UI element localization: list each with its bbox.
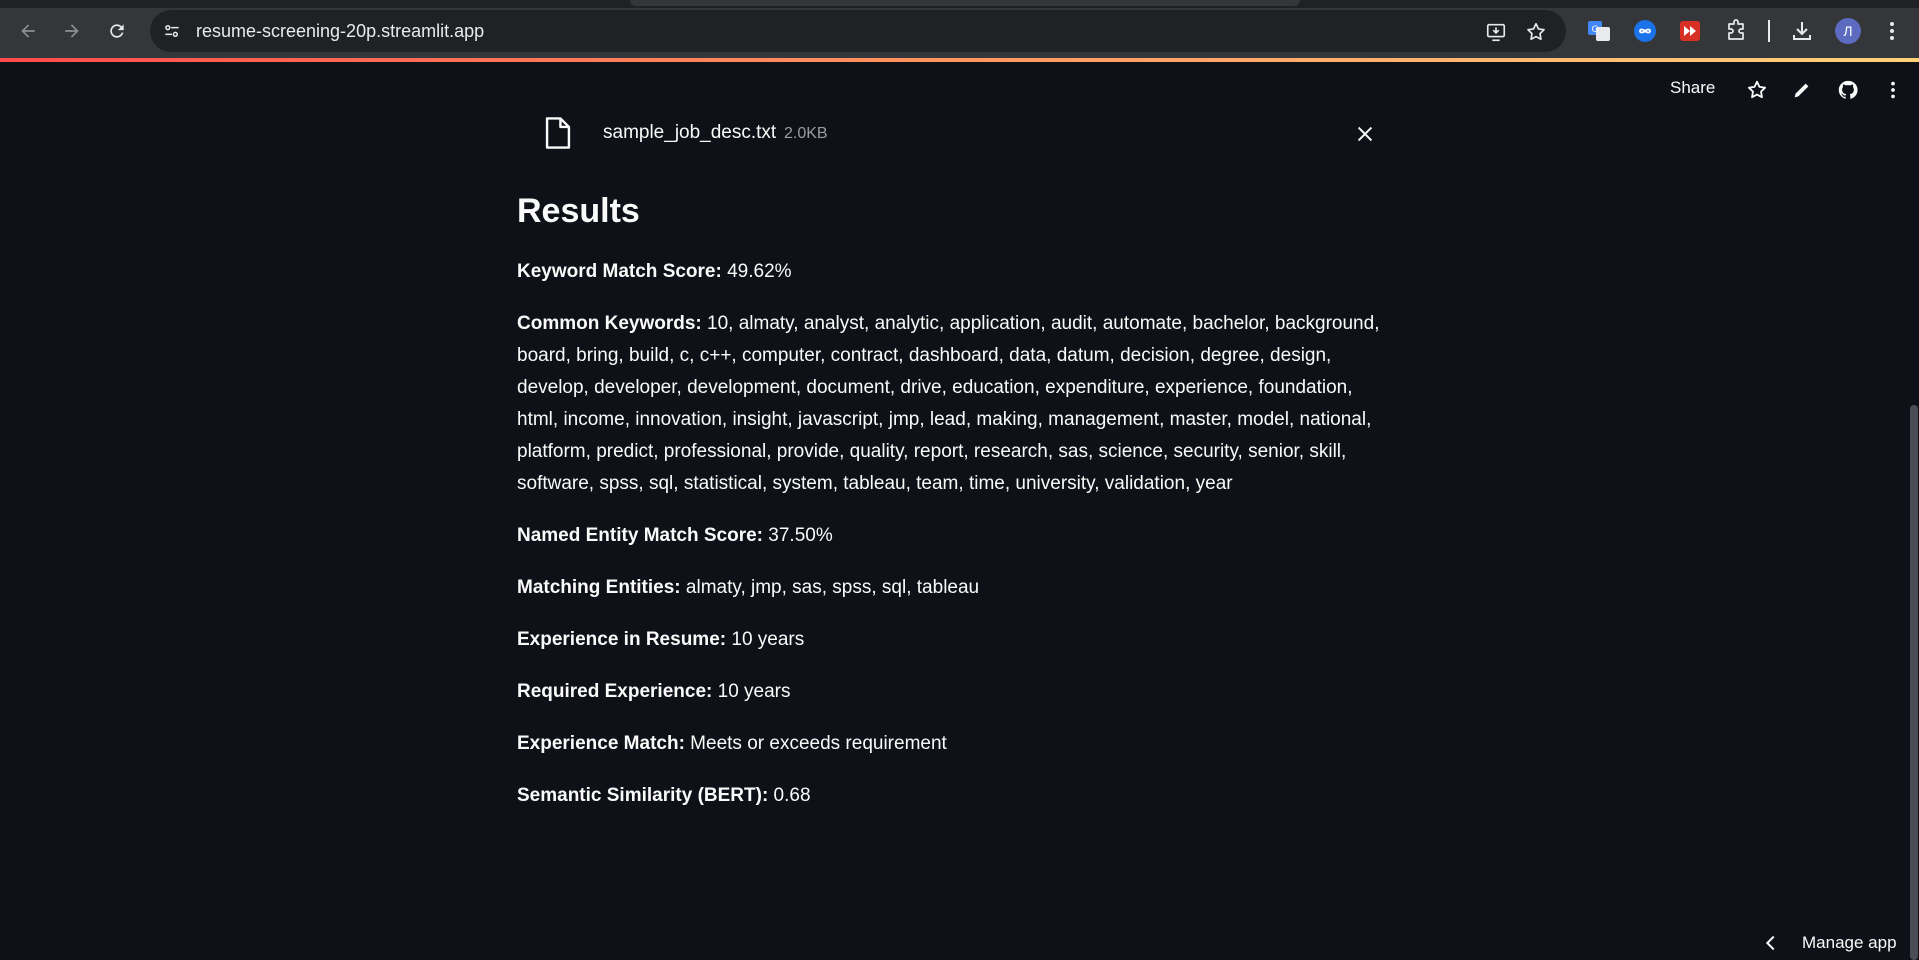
site-info-button[interactable]	[158, 17, 186, 45]
infinity-icon	[1634, 20, 1656, 42]
result-label: Common Keywords:	[517, 313, 702, 334]
github-button[interactable]	[1836, 78, 1860, 102]
remove-file-button[interactable]	[1351, 120, 1379, 148]
toolbar: resume-screening-20p.streamlit.app	[0, 8, 1919, 54]
bookmark-star-button[interactable]	[1524, 20, 1548, 44]
more-vertical-icon	[1890, 22, 1894, 40]
result-value: 10 years	[712, 681, 791, 702]
manage-app-label: Manage app	[1802, 933, 1897, 952]
extensions-button[interactable]	[1724, 19, 1748, 43]
reload-button[interactable]	[103, 17, 131, 45]
common-keywords: Common Keywords: 10, almaty, analyst, an…	[517, 308, 1397, 500]
reload-icon	[110, 24, 124, 38]
tune-icon	[165, 24, 179, 37]
chrome-menu-button[interactable]	[1880, 19, 1904, 43]
semantic-similarity: Semantic Similarity (BERT): 0.68	[517, 780, 1397, 812]
required-experience: Required Experience: 10 years	[517, 676, 1397, 708]
toolbar-separator	[1768, 20, 1770, 42]
result-label: Keyword Match Score:	[517, 261, 722, 282]
result-value: Meets or exceeds requirement	[684, 733, 947, 754]
install-app-button[interactable]	[1484, 20, 1508, 44]
translate-extension-icon[interactable]: G	[1587, 19, 1611, 43]
result-value: 10, almaty, analyst, analytic, applicati…	[517, 313, 1380, 494]
result-label: Experience in Resume:	[517, 629, 727, 650]
forward-arrow-icon	[65, 24, 79, 38]
manage-app-button[interactable]: Manage app	[1760, 932, 1897, 954]
matching-entities: Matching Entities: almaty, jmp, sas, sps…	[517, 572, 1397, 604]
result-value: 0.68	[768, 785, 811, 806]
pencil-icon	[1794, 83, 1809, 98]
experience-match: Experience Match: Meets or exceeds requi…	[517, 728, 1397, 760]
app-header: Share	[0, 62, 1919, 118]
profile-avatar[interactable]: Л	[1835, 18, 1861, 44]
named-entity-match-score: Named Entity Match Score: 37.50%	[517, 520, 1397, 552]
forward-button[interactable]	[58, 17, 86, 45]
favorite-button[interactable]	[1745, 78, 1769, 102]
result-label: Named Entity Match Score:	[517, 525, 763, 546]
chevron-left-icon	[1765, 935, 1775, 951]
more-vertical-icon	[1891, 81, 1895, 99]
back-arrow-icon	[21, 24, 35, 38]
page-scrollbar[interactable]	[1910, 405, 1918, 960]
result-value: 49.62%	[721, 261, 792, 282]
result-label: Required Experience:	[517, 681, 713, 702]
github-icon	[1838, 80, 1858, 99]
address-bar[interactable]: resume-screening-20p.streamlit.app	[150, 10, 1566, 52]
fast-forward-extension-icon[interactable]	[1678, 19, 1702, 43]
back-button[interactable]	[14, 17, 42, 45]
close-icon	[1357, 126, 1373, 142]
puzzle-icon	[1728, 19, 1744, 40]
svg-text:G: G	[1592, 25, 1599, 35]
result-label: Matching Entities:	[517, 577, 681, 598]
edit-button[interactable]	[1790, 78, 1814, 102]
file-size: 2.0KB	[784, 125, 828, 142]
experience-in-resume: Experience in Resume: 10 years	[517, 624, 1397, 656]
infinity-extension-icon[interactable]	[1633, 19, 1657, 43]
result-label: Experience Match:	[517, 733, 685, 754]
browser-toolbar: resume-screening-20p.streamlit.app G Л	[0, 0, 1919, 58]
active-tab-edge	[630, 0, 1300, 6]
download-icon	[1793, 22, 1811, 40]
star-outline-icon	[1527, 22, 1545, 41]
tab-strip	[0, 0, 1919, 8]
app-menu-button[interactable]	[1881, 78, 1905, 102]
translate-icon: G	[1588, 21, 1610, 41]
result-value: almaty, jmp, sas, spss, sql, tableau	[680, 577, 980, 598]
downloads-button[interactable]	[1790, 19, 1814, 43]
profile-initial: Л	[1843, 23, 1853, 39]
install-app-icon	[1486, 23, 1506, 42]
share-button[interactable]: Share	[1670, 78, 1715, 98]
star-outline-icon	[1748, 80, 1766, 99]
result-value: 10 years	[726, 629, 805, 650]
results-list: Keyword Match Score: 49.62% Common Keywo…	[517, 256, 1397, 832]
results-heading: Results	[517, 192, 640, 230]
result-value: 37.50%	[763, 525, 833, 546]
fast-forward-icon	[1680, 21, 1700, 41]
uploaded-file-row: sample_job_desc.txt 2.0KB	[517, 112, 1385, 156]
file-name: sample_job_desc.txt	[603, 122, 777, 143]
result-label: Semantic Similarity (BERT):	[517, 785, 769, 806]
file-icon	[545, 117, 571, 149]
url-text: resume-screening-20p.streamlit.app	[196, 21, 485, 41]
keyword-match-score: Keyword Match Score: 49.62%	[517, 256, 1397, 288]
